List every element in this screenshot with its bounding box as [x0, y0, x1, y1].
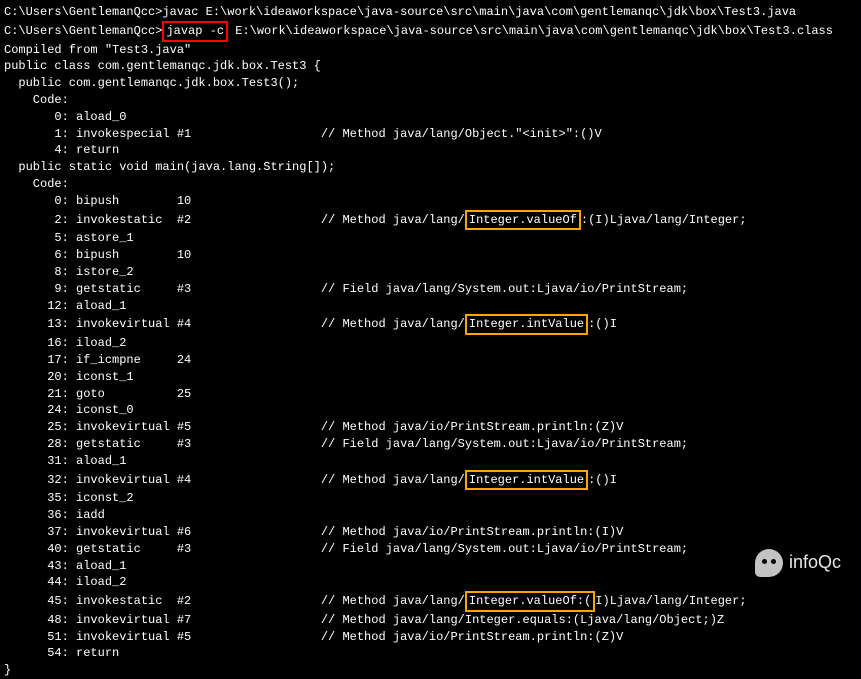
terminal-text: 13: invokevirtual #4 // Method java/lang… [4, 317, 465, 331]
terminal-line: public static void main(java.lang.String… [4, 159, 857, 176]
terminal-text: :()I [588, 317, 617, 331]
terminal-line: 45: invokestatic #2 // Method java/lang/… [4, 591, 857, 612]
terminal-line: 51: invokevirtual #5 // Method java/io/P… [4, 629, 857, 646]
terminal-line: 9: getstatic #3 // Field java/lang/Syste… [4, 281, 857, 298]
terminal-text: 45: invokestatic #2 // Method java/lang/ [4, 594, 465, 608]
terminal-line: 0: bipush 10 [4, 193, 857, 210]
terminal-text: C:\Users\GentlemanQcc> [4, 24, 162, 38]
terminal-text: I)Ljava/lang/Integer; [595, 594, 746, 608]
terminal-line: 28: getstatic #3 // Field java/lang/Syst… [4, 436, 857, 453]
terminal-line: 35: iconst_2 [4, 490, 857, 507]
terminal-line: 5: astore_1 [4, 230, 857, 247]
terminal-line: C:\Users\GentlemanQcc>javap -c E:\work\i… [4, 21, 857, 42]
terminal-line: 6: bipush 10 [4, 247, 857, 264]
terminal-line: 8: istore_2 [4, 264, 857, 281]
terminal-line: 1: invokespecial #1 // Method java/lang/… [4, 126, 857, 143]
terminal-line: 25: invokevirtual #5 // Method java/io/P… [4, 419, 857, 436]
highlight-method: Integer.valueOf:( [465, 591, 595, 612]
terminal-line: } [4, 662, 857, 679]
highlight-method: Integer.valueOf [465, 210, 581, 231]
terminal-line: 37: invokevirtual #6 // Method java/io/P… [4, 524, 857, 541]
terminal-line: 13: invokevirtual #4 // Method java/lang… [4, 314, 857, 335]
terminal-line: 20: iconst_1 [4, 369, 857, 386]
terminal-line: 43: aload_1 [4, 558, 857, 575]
terminal-line: 40: getstatic #3 // Field java/lang/Syst… [4, 541, 857, 558]
terminal-line: 0: aload_0 [4, 109, 857, 126]
terminal-line: C:\Users\GentlemanQcc>javac E:\work\idea… [4, 4, 857, 21]
terminal-text: :(I)Ljava/lang/Integer; [581, 213, 747, 227]
terminal-text: 2: invokestatic #2 // Method java/lang/ [4, 213, 465, 227]
highlight-command: javap -c [162, 21, 228, 42]
wechat-icon [755, 549, 783, 577]
watermark: infoQc [755, 549, 841, 577]
terminal-line: 48: invokevirtual #7 // Method java/lang… [4, 612, 857, 629]
watermark-text: infoQc [789, 550, 841, 575]
terminal-text: 32: invokevirtual #4 // Method java/lang… [4, 473, 465, 487]
terminal-output: C:\Users\GentlemanQcc>javac E:\work\idea… [4, 4, 857, 679]
terminal-line: 4: return [4, 142, 857, 159]
terminal-line: 24: iconst_0 [4, 402, 857, 419]
terminal-line: 16: iload_2 [4, 335, 857, 352]
terminal-line: 31: aload_1 [4, 453, 857, 470]
terminal-line: 17: if_icmpne 24 [4, 352, 857, 369]
terminal-line: 21: goto 25 [4, 386, 857, 403]
terminal-line: public class com.gentlemanqc.jdk.box.Tes… [4, 58, 857, 75]
terminal-line: Code: [4, 176, 857, 193]
terminal-text: E:\work\ideaworkspace\java-source\src\ma… [228, 24, 833, 38]
terminal-line: 2: invokestatic #2 // Method java/lang/I… [4, 210, 857, 231]
terminal-line: 36: iadd [4, 507, 857, 524]
highlight-method: Integer.intValue [465, 470, 588, 491]
highlight-method: Integer.intValue [465, 314, 588, 335]
terminal-line: Code: [4, 92, 857, 109]
terminal-line: 54: return [4, 645, 857, 662]
terminal-line: 44: iload_2 [4, 574, 857, 591]
terminal-line: public com.gentlemanqc.jdk.box.Test3(); [4, 75, 857, 92]
terminal-line: 32: invokevirtual #4 // Method java/lang… [4, 470, 857, 491]
terminal-line: Compiled from "Test3.java" [4, 42, 857, 59]
terminal-line: 12: aload_1 [4, 298, 857, 315]
terminal-text: :()I [588, 473, 617, 487]
